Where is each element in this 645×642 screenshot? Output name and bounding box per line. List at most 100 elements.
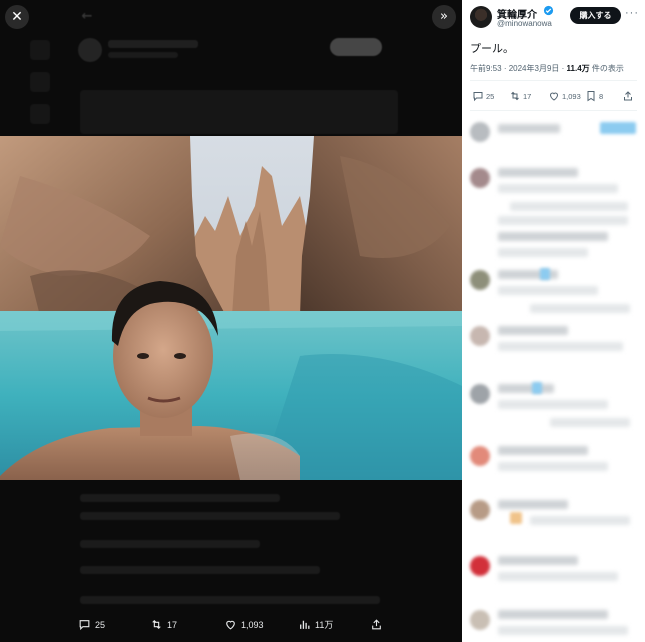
reply-tag-blur: [510, 512, 522, 524]
reply-item-blurred[interactable]: [470, 378, 640, 432]
close-icon: ✕: [11, 9, 23, 25]
dimmed-name: [108, 40, 198, 48]
reply-avatar: [470, 270, 490, 290]
reply-item-blurred[interactable]: [470, 264, 640, 318]
reply-item-blurred[interactable]: [470, 440, 640, 494]
viewer-views-button[interactable]: 11万: [298, 618, 333, 631]
viewer-action-bar: 25 17 1,093 11万: [0, 612, 462, 642]
reply-text-blur: [498, 326, 568, 335]
bookmark-count: 8: [599, 91, 604, 101]
reply-text-blur: [498, 124, 560, 133]
reply-text-blur: [498, 400, 608, 409]
viewer-like-count: 1,093: [241, 619, 264, 630]
reply-item-blurred[interactable]: [470, 494, 640, 548]
heart-icon: [226, 620, 235, 630]
share-icon: [372, 619, 381, 630]
dimmed-reply-line: [80, 512, 340, 520]
reply-text-blur: [498, 168, 578, 177]
dimmed-post-header: ←: [81, 9, 93, 24]
reply-avatar: [470, 326, 490, 346]
viewer-repost-count: 17: [167, 619, 178, 630]
reply-avatar: [470, 556, 490, 576]
author-handle[interactable]: @minowanowa: [497, 19, 552, 28]
reply-item-blurred[interactable]: [470, 212, 640, 266]
divider: [470, 110, 637, 111]
reply-text-blur: [498, 384, 554, 393]
reply-text-blur: [498, 342, 623, 351]
dimmed-nav-icon: [30, 40, 50, 60]
repost-stat-button[interactable]: 17: [509, 90, 531, 102]
expand-panel-button[interactable]: »: [432, 5, 456, 29]
reply-text-blur: [530, 304, 630, 313]
reply-item-blurred[interactable]: [470, 320, 640, 374]
bar-chart-icon: [300, 620, 310, 629]
reply-text-blur: [530, 516, 630, 525]
viewer-reply-count: 25: [95, 619, 106, 630]
viewer-share-button[interactable]: [370, 618, 383, 631]
tweet-detail-panel: 箕輪厚介 @minowanowa 購入する ··· プール。 午前9:53 · …: [462, 0, 645, 642]
reply-text-blur: [498, 462, 608, 471]
dimmed-button: [330, 38, 382, 56]
reply-text-blur: [498, 232, 608, 241]
reply-count: 25: [486, 91, 495, 101]
reply-avatar: [470, 500, 490, 520]
reply-text-blur: [510, 202, 628, 211]
reply-text-blur: [498, 610, 608, 619]
reply-text-blur: [498, 248, 588, 257]
tweet-date[interactable]: 2024年3月9日: [509, 64, 560, 73]
reply-text-blur: [550, 418, 630, 427]
reply-text-blur: [498, 216, 628, 225]
dimmed-nav-icon: [30, 72, 50, 92]
comment-icon: [79, 620, 90, 631]
reply-text-blur: [498, 626, 628, 635]
dimmed-reply-line: [80, 494, 280, 502]
dimmed-handle: [108, 52, 178, 58]
reply-avatar: [470, 168, 490, 188]
like-stat-button[interactable]: 1,093: [548, 90, 581, 102]
reply-avatar: [470, 446, 490, 466]
post-photo[interactable]: [0, 136, 462, 480]
reply-text-blur: [498, 286, 598, 295]
repost-icon: [152, 619, 161, 630]
chevron-double-right-icon: »: [440, 9, 448, 24]
reply-text-blur: [498, 556, 578, 565]
close-button[interactable]: ✕: [5, 5, 29, 29]
bookmark-stat-button[interactable]: 8: [585, 90, 603, 102]
reply-item-blurred[interactable]: [470, 550, 640, 604]
reply-text-blur: [498, 572, 618, 581]
reply-tag-blur: [532, 382, 542, 394]
viewer-reply-button[interactable]: 25: [78, 618, 105, 631]
reply-stat-button[interactable]: 25: [472, 90, 494, 102]
reply-tag-blur: [600, 122, 636, 134]
canyon-pool-photo: [0, 136, 462, 480]
viewer-like-button[interactable]: 1,093: [224, 618, 264, 631]
divider: [470, 80, 637, 81]
author-avatar[interactable]: [470, 6, 492, 28]
buy-button[interactable]: 購入する: [570, 7, 621, 24]
tweet-meta: 午前9:53 · 2024年3月9日 · 11.4万 件の表示: [470, 63, 624, 74]
reply-item-blurred[interactable]: [470, 604, 640, 642]
reply-avatar: [470, 384, 490, 404]
reply-text-blur: [498, 446, 588, 455]
repost-icon: [511, 91, 519, 101]
viewer-views-count: 11万: [315, 620, 334, 630]
dimmed-reply-line: [80, 596, 380, 604]
verified-badge-icon: [543, 5, 554, 16]
tweet-text: プール。: [470, 43, 514, 55]
viewer-repost-button[interactable]: 17: [150, 618, 177, 631]
reply-text-blur: [498, 184, 618, 193]
bookmark-icon: [587, 91, 595, 102]
reply-tag-blur: [540, 268, 550, 280]
repost-count: 17: [523, 91, 532, 101]
reply-avatar: [470, 610, 490, 630]
comment-icon: [473, 92, 483, 102]
like-count: 1,093: [562, 91, 581, 101]
heart-icon: [549, 92, 559, 101]
tweet-time[interactable]: 午前9:53: [470, 64, 502, 73]
share-icon: [624, 91, 632, 101]
reply-item-blurred[interactable]: [470, 162, 640, 216]
media-viewer: ← ✕ » 25 17 1,093 11万: [0, 0, 462, 642]
more-options-button[interactable]: ···: [625, 7, 639, 19]
share-stat-button[interactable]: [622, 90, 634, 102]
reply-text-blur: [498, 500, 568, 509]
